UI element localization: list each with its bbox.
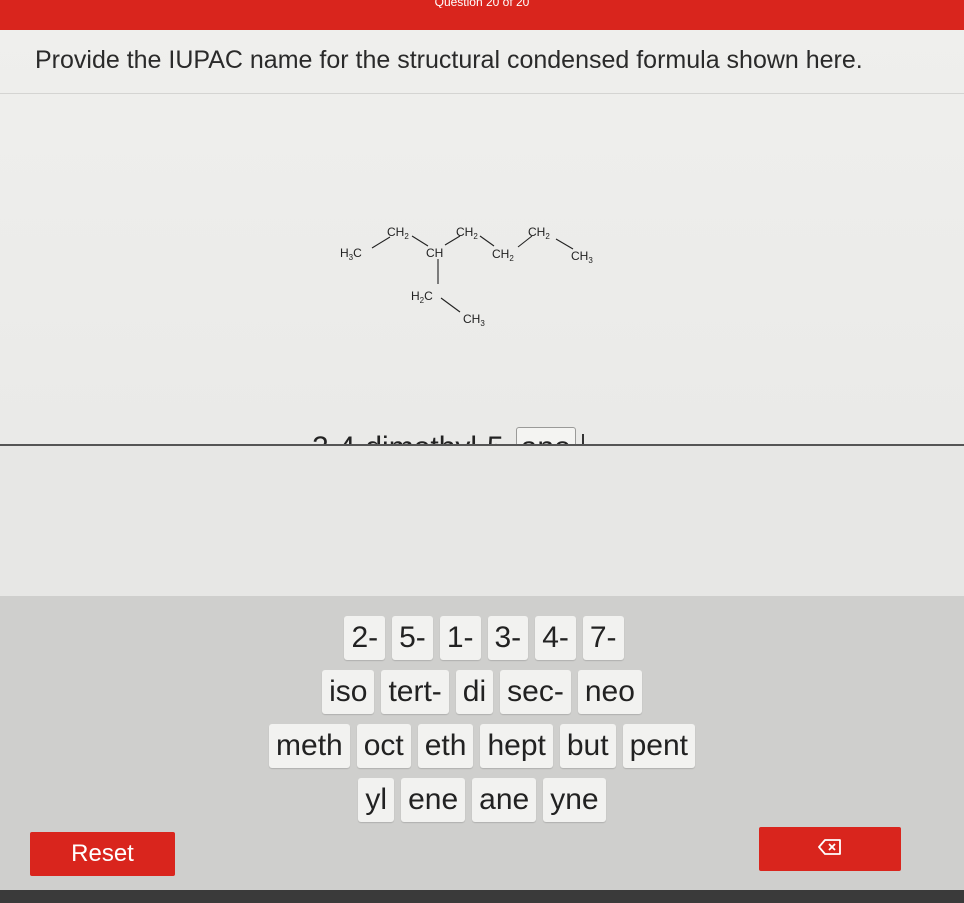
question-progress: Question 20 of 20 [434,0,530,8]
label-h2c: H2C [411,289,433,305]
question-panel: Provide the IUPAC name for the structura… [0,30,964,469]
tile-sec[interactable]: sec- [500,670,571,714]
tile-row-prefixes: iso tert- di sec- neo [0,670,964,714]
structural-formula-drawing: H3C CH2 CH CH2 CH2 CH2 CH3 H2C CH3 [340,225,593,328]
tile-iso[interactable]: iso [322,670,375,714]
tile-oct[interactable]: oct [356,724,411,768]
label-ch2-a: CH2 [387,225,409,241]
top-bar: Question 20 of 20 [0,0,964,30]
tile-ene[interactable]: ene [401,778,466,822]
tile-yne[interactable]: yne [543,778,606,822]
tile-tert[interactable]: tert- [381,670,449,714]
question-prompt: Provide the IUPAC name for the structura… [0,42,964,94]
answer-spacer [0,446,964,596]
tile-row-roots: meth oct eth hept but pent [0,724,964,768]
structural-formula: H3C CH2 CH CH2 CH2 CH2 CH3 H2C CH3 [330,190,620,340]
label-ch: CH [426,246,443,260]
label-ch2-c: CH2 [492,247,514,263]
tile-2[interactable]: 2- [344,616,386,660]
reset-button[interactable]: Reset [30,832,175,876]
tile-5[interactable]: 5- [392,616,433,660]
tile-meth[interactable]: meth [269,724,350,768]
label-ch2-b: CH2 [456,225,478,241]
tile-eth[interactable]: eth [417,724,474,768]
tile-row-locants: 2- 5- 1- 3- 4- 7- [0,616,964,660]
tile-neo[interactable]: neo [577,670,642,714]
tile-7[interactable]: 7- [582,616,624,660]
tile-3[interactable]: 3- [487,616,529,660]
tile-1[interactable]: 1- [439,616,481,660]
label-ch3-end: CH3 [571,249,593,265]
backspace-icon [818,838,842,860]
tile-pent[interactable]: pent [622,724,695,768]
label-h3c: H3C [340,246,362,262]
tile-4[interactable]: 4- [535,616,576,660]
label-ch2-d: CH2 [528,225,550,241]
tile-row-suffixes: yl ene ane yne [0,778,964,822]
tile-ane[interactable]: ane [472,778,537,822]
bottom-bezel [0,890,964,903]
label-ch3-branch: CH3 [463,312,485,328]
tile-di[interactable]: di [455,670,494,714]
backspace-button[interactable] [759,827,901,871]
tile-but[interactable]: but [559,724,616,768]
tile-hept[interactable]: hept [480,724,553,768]
tile-yl[interactable]: yl [358,778,395,822]
